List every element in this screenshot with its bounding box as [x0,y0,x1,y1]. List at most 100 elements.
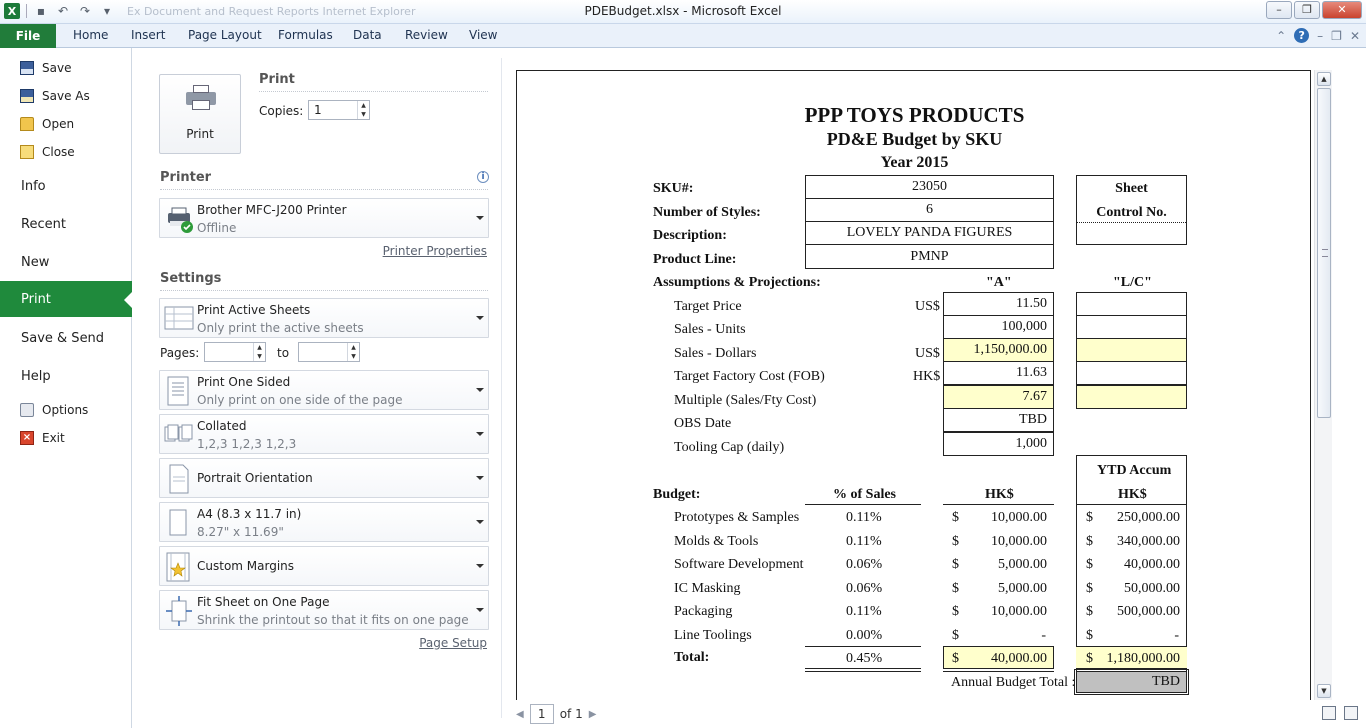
help-icon[interactable]: ? [1294,28,1310,43]
budget-row-hk: 10,000.00 [991,534,1047,549]
printer-properties-link[interactable]: Printer Properties [383,244,487,258]
report-title: PPP TOYS PRODUCTS [804,103,1025,127]
chevron-down-icon [476,520,484,524]
tab-home[interactable]: Home [73,28,108,42]
nav-options-label: Options [42,403,89,417]
nav-exit[interactable]: × Exit [0,425,132,451]
workbook-restore-icon[interactable]: ❐ [1331,29,1342,43]
chevron-down-icon [476,476,484,480]
tab-formulas[interactable]: Formulas [278,28,333,42]
orientation-dropdown[interactable]: Portrait Orientation [159,458,489,498]
minimize-ribbon-icon[interactable]: ⌃ [1276,29,1286,43]
tab-file[interactable]: File [0,24,56,48]
sheet-control-label-2: Control No. [1077,205,1186,223]
budget-row-ytd: 340,000.00 [1117,534,1180,549]
window-controls: – ❐ ✕ [1266,1,1362,19]
tab-data[interactable]: Data [353,28,382,42]
nav-save-as[interactable]: Save As [0,83,132,109]
pages-to-spin-arrows[interactable]: ▲ ▼ [347,343,359,361]
sides-dropdown[interactable]: Print One Sided Only print on one side o… [159,370,489,410]
assumption-a-value: 1,150,000.00 [943,338,1054,362]
scroll-down-icon[interactable]: ▼ [1317,684,1331,698]
scaling-description: Shrink the printout so that it fits on o… [197,613,469,627]
nav-info[interactable]: Info [0,168,132,204]
tab-page-layout[interactable]: Page Layout [188,28,262,42]
workbook-minimize-icon[interactable]: – [1317,29,1323,43]
nav-open[interactable]: Open [0,111,132,137]
nav-save-send[interactable]: Save & Send [0,320,132,356]
assumptions-label: Assumptions & Projections: [653,275,821,290]
annual-budget-label: Annual Budget Total : [951,675,1076,690]
column-a-header: "A" [986,275,1012,290]
current-page-input[interactable]: 1 [529,704,554,724]
budget-label: Budget: [653,487,701,502]
budget-row-pct: 0.11% [846,510,882,525]
paper-size-description: 8.27" x 11.69" [197,525,284,539]
description-label: Description: [653,228,727,243]
annual-budget-value: TBD [1074,669,1189,695]
paper-size-dropdown[interactable]: A4 (8.3 x 11.7 in) 8.27" x 11.69" [159,502,489,542]
budget-row-label: IC Masking [674,581,741,596]
print-what-dropdown[interactable]: Print Active Sheets Only print the activ… [159,298,489,338]
nav-new[interactable]: New [0,244,132,280]
restore-button[interactable]: ❐ [1294,1,1320,19]
report-year: Year 2015 [880,154,949,171]
print-button[interactable]: Print [159,74,241,154]
budget-row-hk: 5,000.00 [998,557,1047,572]
next-page-icon[interactable]: ▶ [589,709,597,720]
print-what-label: Print Active Sheets [197,303,311,317]
assumption-lc-value [1076,315,1187,339]
pages-from-spin-arrows[interactable]: ▲ ▼ [253,343,265,361]
paper-size-icon [164,507,194,539]
printer-name: Brother MFC-J200 Printer [197,203,347,217]
printer-status: Offline [197,221,237,235]
scroll-thumb[interactable] [1317,88,1331,418]
scroll-up-icon[interactable]: ▲ [1317,72,1331,86]
assumption-label: Target Price [674,299,742,314]
budget-row-ytd-dollar: $ [1086,557,1093,572]
assumption-lc-value [1076,292,1187,316]
description-value: LOVELY PANDA FIGURES [805,221,1054,245]
printer-dropdown[interactable]: Brother MFC-J200 Printer Offline [159,198,489,238]
total-hk-dollar: $ [952,651,959,666]
preview-scrollbar[interactable]: ▲ ▼ [1314,70,1332,700]
print-button-label: Print [186,127,214,141]
page-setup-link[interactable]: Page Setup [419,636,487,650]
tab-review[interactable]: Review [405,28,448,42]
nav-print[interactable]: Print [0,281,132,317]
pages-to-input[interactable]: ▲ ▼ [298,342,360,362]
copies-spin-arrows[interactable]: ▲ ▼ [357,101,369,119]
pages-from-input[interactable]: ▲ ▼ [204,342,266,362]
previous-page-icon[interactable]: ◀ [516,709,524,720]
sheet-control-box: Sheet Control No. [1076,175,1187,245]
assumption-a-value: TBD [943,408,1054,432]
total-hk: 40,000.00 [991,651,1047,666]
print-section-rule [259,91,488,92]
show-margins-icon[interactable] [1322,706,1336,720]
scaling-dropdown[interactable]: Fit Sheet on One Page Shrink the printou… [159,590,489,630]
nav-save-label: Save [42,61,72,75]
nav-options[interactable]: Options [0,397,132,423]
budget-row-ytd-dollar: $ [1086,628,1093,643]
minimize-button[interactable]: – [1266,1,1292,19]
sheet-control-label-1: Sheet [1115,181,1148,196]
nav-save[interactable]: Save [0,55,132,81]
nav-close[interactable]: Close [0,139,132,165]
collation-dropdown[interactable]: Collated 1,2,3 1,2,3 1,2,3 [159,414,489,454]
hk-header: HK$ [985,487,1014,502]
nav-recent[interactable]: Recent [0,206,132,242]
assumption-lc-value [1076,361,1187,385]
pct-header-rule [805,504,921,505]
workbook-close-icon[interactable]: ✕ [1350,29,1360,43]
pages-label: Pages: [160,346,200,360]
close-window-button[interactable]: ✕ [1322,1,1362,19]
info-icon[interactable]: i [477,171,489,183]
budget-row-ytd-dollar: $ [1086,510,1093,525]
product-line-label: Product Line: [653,252,737,267]
nav-help[interactable]: Help [0,358,132,394]
copies-stepper[interactable]: 1 ▲ ▼ [308,100,370,120]
tab-insert[interactable]: Insert [131,28,165,42]
zoom-to-page-icon[interactable] [1344,706,1358,720]
margins-dropdown[interactable]: Custom Margins [159,546,489,586]
tab-view[interactable]: View [469,28,497,42]
